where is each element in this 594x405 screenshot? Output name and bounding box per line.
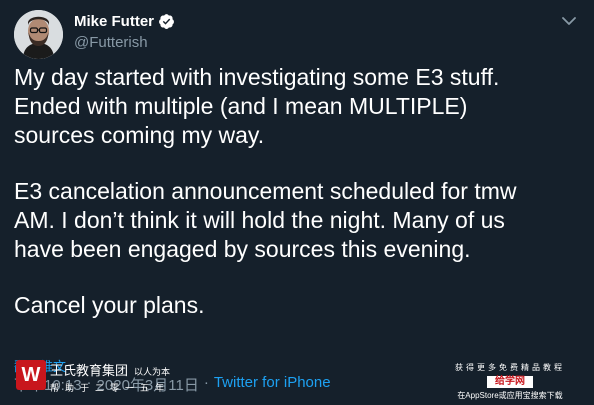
- watermark-logo: W: [16, 360, 46, 390]
- watermark-right-badge: 给学网: [487, 376, 533, 388]
- meta-separator: ·: [203, 374, 209, 391]
- tweet-paragraph-3: Cancel your plans.: [14, 292, 205, 318]
- watermark-right: 获得更多免费精品教程 给学网 在AppStore或应用宝搜索下载: [442, 362, 578, 401]
- display-name[interactable]: Mike Futter: [74, 13, 154, 30]
- tweet-source-link[interactable]: Twitter for iPhone: [214, 374, 331, 395]
- verified-badge-icon: [158, 13, 175, 30]
- watermark-left-text: 王氏教育集团 以人为本 帮助于二零一五年: [50, 360, 170, 394]
- tweet-card: Mike Futter @Futterish My day started wi…: [0, 0, 594, 405]
- watermark-right-line1: 获得更多免费精品教程: [455, 363, 565, 372]
- tweet-header: Mike Futter @Futterish: [14, 10, 582, 60]
- tweet-text: My day started with investigating some E…: [14, 63, 584, 347]
- user-handle[interactable]: @Futterish: [74, 34, 148, 51]
- avatar[interactable]: [14, 10, 63, 59]
- name-row: Mike Futter: [74, 13, 175, 30]
- tweet-paragraph-1: My day started with investigating some E…: [14, 64, 500, 148]
- chevron-down-icon[interactable]: [558, 10, 580, 32]
- tweet-paragraph-2: E3 cancelation announcement scheduled fo…: [14, 178, 517, 262]
- watermark-right-line2: 在AppStore或应用宝搜索下载: [457, 391, 563, 400]
- watermark-title: 王氏教育集团: [50, 363, 129, 378]
- watermark-tag: 以人为本: [134, 367, 171, 377]
- watermark-left: W 王氏教育集团 以人为本 帮助于二零一五年: [16, 360, 170, 394]
- watermark-subtitle: 帮助于二零一五年: [50, 383, 171, 393]
